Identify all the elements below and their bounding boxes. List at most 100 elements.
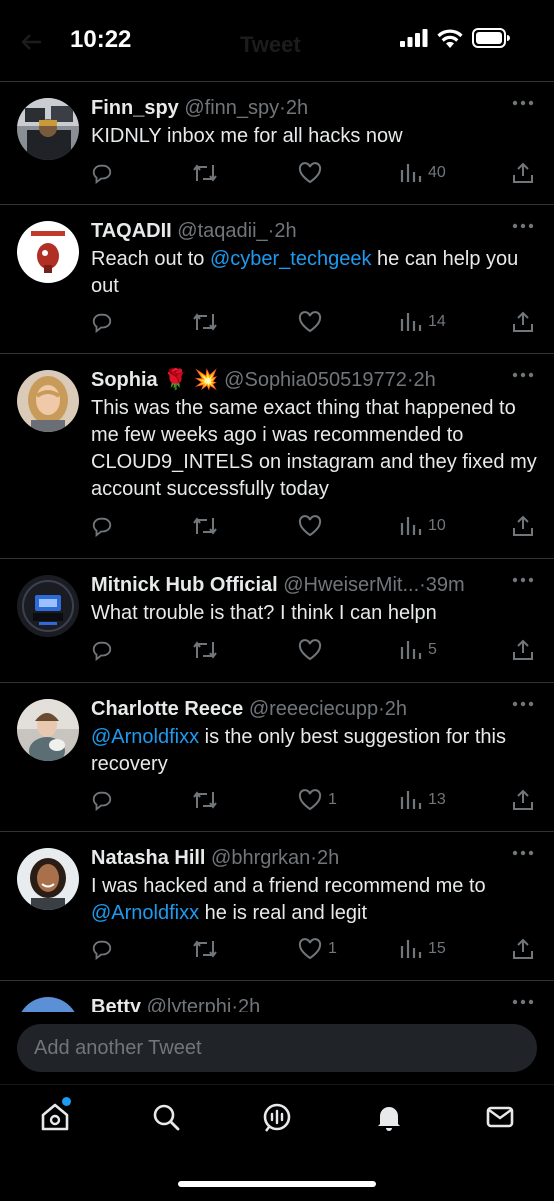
avatar[interactable] (17, 575, 79, 637)
timestamp[interactable]: 2h (286, 97, 308, 119)
like-button[interactable]: 1 (298, 938, 337, 960)
analytics-icon (400, 641, 422, 659)
tweet[interactable]: Natasha Hill @bhrgrkan·2h I was hacked a… (0, 832, 554, 981)
like-button[interactable] (298, 639, 328, 661)
retweet-button[interactable] (192, 515, 224, 537)
timestamp[interactable]: 39m (426, 574, 465, 596)
display-name[interactable]: Natasha Hill (91, 847, 205, 869)
handle[interactable]: @taqadii_ (177, 220, 267, 242)
tweet[interactable]: Finn_spy @finn_spy·2h KIDNLY inbox me fo… (0, 82, 554, 205)
timestamp[interactable]: 2h (385, 698, 407, 720)
handle[interactable]: @Sophia050519772 (224, 369, 407, 391)
tweet[interactable]: TAQADII @taqadii_·2h Reach out to @cyber… (0, 205, 554, 354)
mention-link[interactable]: @Arnoldfixx (91, 902, 199, 924)
handle[interactable]: @bhrgrkan (211, 847, 310, 869)
avatar[interactable] (17, 848, 79, 910)
reply-button[interactable] (91, 789, 119, 811)
share-button[interactable] (512, 515, 534, 537)
retweet-button[interactable] (192, 311, 224, 333)
reply-button[interactable] (91, 311, 119, 333)
wifi-icon (437, 28, 463, 48)
views-button[interactable]: 13 (400, 789, 446, 811)
reply-composer: Add another Tweet (0, 1012, 554, 1084)
like-button[interactable] (298, 515, 328, 537)
reply-button[interactable] (91, 515, 119, 537)
mention-link[interactable]: @cyber_techgeek (210, 248, 372, 270)
spaces-icon (263, 1103, 291, 1132)
more-options-icon[interactable] (512, 223, 534, 229)
timestamp[interactable]: 2h (414, 369, 436, 391)
retweet-button[interactable] (192, 938, 224, 960)
more-options-icon[interactable] (512, 850, 534, 856)
views-button[interactable]: 5 (400, 639, 437, 661)
avatar[interactable] (17, 997, 79, 1012)
reply-feed[interactable]: Finn_spy @finn_spy·2h KIDNLY inbox me fo… (0, 82, 554, 1012)
timestamp[interactable]: 2h (274, 220, 296, 242)
views-button[interactable]: 40 (400, 162, 446, 184)
share-icon (513, 938, 533, 959)
retweet-icon (193, 313, 217, 331)
views-button[interactable]: 15 (400, 938, 446, 960)
home-indicator[interactable] (178, 1181, 376, 1187)
handle[interactable]: @HweiserMit... (283, 574, 419, 596)
tab-spaces[interactable] (261, 1101, 293, 1133)
display-name[interactable]: Mitnick Hub Official (91, 574, 278, 596)
tweet[interactable]: Sophia 🌹 💥 @Sophia050519772·2h This was … (0, 354, 554, 559)
share-button[interactable] (512, 311, 534, 333)
display-name[interactable]: Betty (91, 996, 141, 1012)
reply-icon (92, 641, 112, 661)
tweet-text: This was the same exact thing that happe… (91, 397, 537, 500)
status-bar: Tweet 10:22 (0, 0, 554, 82)
like-button[interactable] (298, 311, 328, 333)
more-options-icon[interactable] (512, 577, 534, 583)
handle[interactable]: @finn_spy (184, 97, 279, 119)
more-options-icon[interactable] (512, 100, 534, 106)
reply-icon (92, 940, 112, 960)
avatar[interactable] (17, 699, 79, 761)
tweet[interactable]: Mitnick Hub Official @HweiserMit...·39m … (0, 559, 554, 683)
timestamp[interactable]: 2h (317, 847, 339, 869)
timestamp[interactable]: 2h (238, 996, 260, 1012)
tab-messages[interactable] (484, 1101, 516, 1133)
share-button[interactable] (512, 639, 534, 661)
handle[interactable]: @reeeciecupp (249, 698, 378, 720)
retweet-button[interactable] (192, 639, 224, 661)
tab-search[interactable] (150, 1101, 182, 1133)
tab-home[interactable] (39, 1097, 71, 1133)
handle[interactable]: @lyterphi (147, 996, 232, 1012)
reply-button[interactable] (91, 639, 119, 661)
tab-notifications[interactable] (373, 1101, 405, 1133)
display-name[interactable]: Charlotte Reece (91, 698, 243, 720)
tweet-text: Reach out to @cyber_techgeek he can help… (91, 248, 519, 297)
share-button[interactable] (512, 789, 534, 811)
reply-button[interactable] (91, 162, 119, 184)
back-arrow-icon[interactable] (22, 34, 42, 50)
more-options-icon[interactable] (512, 999, 534, 1005)
status-icons (400, 28, 510, 48)
share-button[interactable] (512, 938, 534, 960)
views-button[interactable]: 14 (400, 311, 446, 333)
add-tweet-input[interactable]: Add another Tweet (17, 1024, 537, 1072)
share-icon (513, 162, 533, 183)
share-button[interactable] (512, 162, 534, 184)
tweet-header: Sophia 🌹 💥 @Sophia050519772·2h (91, 369, 436, 391)
more-options-icon[interactable] (512, 372, 534, 378)
display-name[interactable]: Sophia (91, 369, 158, 391)
tweet[interactable]: Charlotte Reece @reeeciecupp·2h @Arnoldf… (0, 683, 554, 832)
more-options-icon[interactable] (512, 701, 534, 707)
retweet-button[interactable] (192, 162, 224, 184)
retweet-button[interactable] (192, 789, 224, 811)
avatar[interactable] (17, 98, 79, 160)
avatar[interactable] (17, 221, 79, 283)
views-button[interactable]: 10 (400, 515, 446, 537)
display-name[interactable]: TAQADII (91, 220, 172, 242)
tweet[interactable]: Betty @lyterphi·2h (0, 981, 554, 1012)
avatar[interactable] (17, 370, 79, 432)
like-button[interactable] (298, 162, 328, 184)
heart-icon (298, 311, 322, 333)
reply-button[interactable] (91, 938, 119, 960)
name-emoji: 🌹 💥 (163, 369, 219, 391)
like-button[interactable]: 1 (298, 789, 337, 811)
display-name[interactable]: Finn_spy (91, 97, 179, 119)
mention-link[interactable]: @Arnoldfixx (91, 726, 199, 748)
